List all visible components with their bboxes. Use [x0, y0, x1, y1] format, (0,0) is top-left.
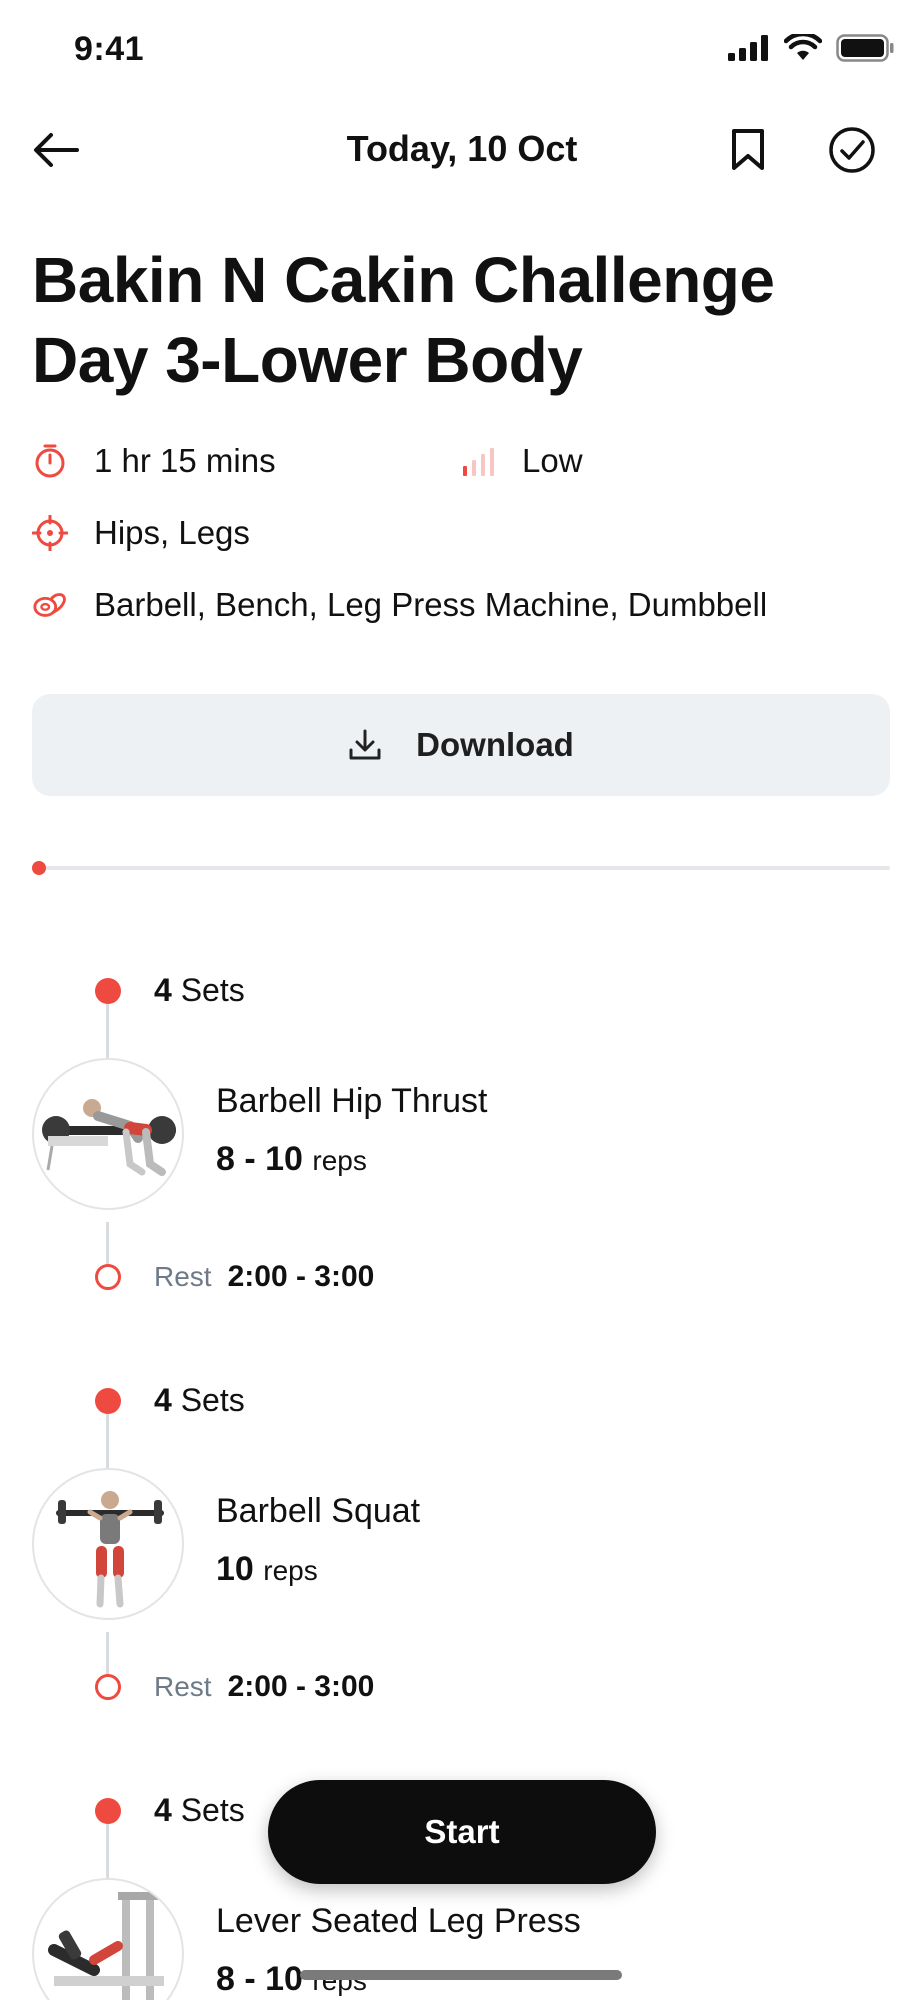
- header-date-title: Today, 10 Oct: [346, 128, 578, 169]
- rest-label: Rest: [154, 1261, 212, 1292]
- signal-bars-icon: [460, 443, 496, 479]
- duration-text: 1 hr 15 mins: [94, 442, 276, 479]
- bookmark-button[interactable]: [718, 120, 778, 180]
- exercise-name[interactable]: Barbell Squat: [216, 1492, 420, 1531]
- check-circle-icon: [829, 127, 875, 173]
- rest-value: 2:00 - 3:00: [227, 1260, 375, 1293]
- crosshair-icon: [32, 515, 68, 551]
- sets-label: 4 Sets: [154, 1792, 245, 1828]
- sets-label: 4 Sets: [154, 972, 245, 1008]
- equipment-icon: [32, 587, 68, 623]
- status-time: 9:41: [74, 30, 145, 68]
- wifi-icon: [784, 34, 822, 60]
- workout-title-line1: Bakin N Cakin Challenge: [32, 244, 775, 316]
- rest-marker: [95, 1264, 121, 1290]
- hip-thrust-illustration: [42, 1099, 176, 1176]
- download-icon: [349, 729, 381, 760]
- rest-value: 2:00 - 3:00: [227, 1670, 375, 1703]
- start-button[interactable]: Start: [268, 1780, 656, 1884]
- target-row: Hips, Legs: [32, 514, 250, 552]
- battery-icon: [836, 34, 894, 62]
- exercise-name[interactable]: Lever Seated Leg Press: [216, 1902, 581, 1941]
- rest-row: Rest 2:00 - 3:00: [154, 1670, 374, 1704]
- equipment-text: Barbell, Bench, Leg Press Machine, Dumbb…: [94, 586, 768, 623]
- header: Today, 10 Oct: [0, 110, 924, 190]
- mark-complete-button[interactable]: [822, 120, 882, 180]
- workout-title-line2: Day 3-Lower Body: [32, 324, 583, 396]
- target-text: Hips, Legs: [94, 514, 250, 551]
- exercise-thumbnail[interactable]: [32, 1878, 184, 2000]
- workout-title: Bakin N Cakin Challenge Day 3-Lower Body: [32, 240, 902, 400]
- exercise-thumbnail[interactable]: [32, 1058, 184, 1210]
- exercise-name[interactable]: Barbell Hip Thrust: [216, 1082, 488, 1121]
- rest-row: Rest 2:00 - 3:00: [154, 1260, 374, 1294]
- rest-marker: [95, 1674, 121, 1700]
- bookmark-icon: [732, 129, 764, 170]
- squat-illustration: [56, 1491, 164, 1608]
- stopwatch-icon: [32, 443, 68, 479]
- progress-indicator: [32, 861, 46, 875]
- download-button[interactable]: Download: [32, 694, 890, 796]
- exercise-reps: 8 - 10 reps: [216, 1140, 367, 1178]
- exercise-reps: 10 reps: [216, 1550, 318, 1588]
- cellular-signal-icon: [728, 35, 768, 61]
- leg-press-illustration: [48, 1892, 164, 2000]
- sets-marker: [95, 1798, 121, 1824]
- exercise-thumbnail[interactable]: [32, 1468, 184, 1620]
- level-row: Low: [460, 442, 583, 480]
- sets-label: 4 Sets: [154, 1382, 245, 1418]
- duration-row: 1 hr 15 mins: [32, 442, 276, 480]
- sets-marker: [95, 978, 121, 1004]
- equipment-row: Barbell, Bench, Leg Press Machine, Dumbb…: [32, 586, 767, 624]
- home-indicator[interactable]: [300, 1970, 622, 1980]
- sets-marker: [95, 1388, 121, 1414]
- level-text: Low: [522, 442, 583, 479]
- progress-track: [34, 866, 890, 870]
- rest-label: Rest: [154, 1671, 212, 1702]
- download-label: Download: [416, 726, 574, 763]
- status-icons: [728, 34, 894, 62]
- status-bar: 9:41: [0, 0, 924, 100]
